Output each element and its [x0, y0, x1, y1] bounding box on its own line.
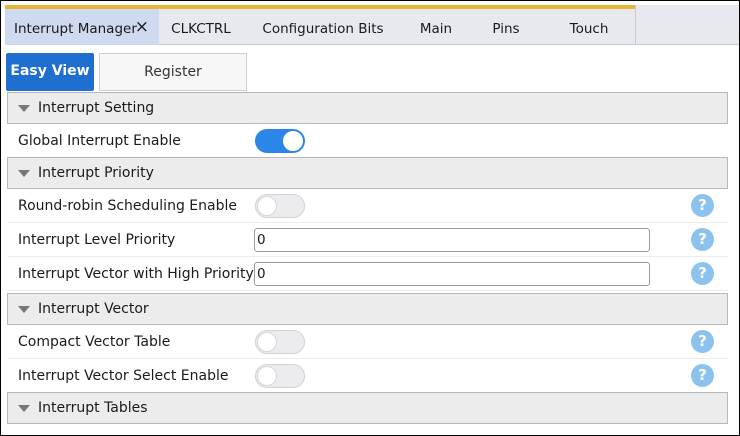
tab-label: Touch — [569, 21, 609, 37]
section-title: Interrupt Setting — [38, 100, 155, 116]
interrupt-vector-select-enable-toggle[interactable] — [255, 364, 305, 388]
tab-configuration-bits[interactable]: Configuration Bits — [243, 5, 403, 45]
window-frame: Interrupt Manager × CLKCTRL Configuratio… — [0, 0, 740, 436]
round-robin-toggle[interactable] — [255, 194, 305, 218]
compact-vector-table-toggle[interactable] — [255, 330, 305, 354]
row-global-interrupt-enable: Global Interrupt Enable — [7, 124, 728, 158]
tab-touch[interactable]: Touch — [543, 5, 635, 45]
tab-separator — [635, 5, 636, 45]
row-round-robin-scheduling: Round-robin Scheduling Enable ? — [7, 189, 728, 223]
setting-label: Compact Vector Table — [18, 334, 171, 350]
setting-label: Global Interrupt Enable — [18, 133, 181, 149]
setting-label: Round-robin Scheduling Enable — [18, 198, 237, 214]
interrupt-vector-high-priority-input[interactable] — [254, 262, 650, 286]
help-icon[interactable]: ? — [691, 262, 714, 285]
row-interrupt-vector-select-enable: Interrupt Vector Select Enable ? — [7, 359, 728, 393]
toggle-knob — [283, 131, 303, 151]
setting-label: Interrupt Level Priority — [18, 232, 176, 248]
section-interrupt-tables[interactable]: Interrupt Tables — [7, 392, 728, 424]
collapse-triangle-icon — [18, 405, 30, 412]
tab-clkctrl[interactable]: CLKCTRL — [159, 5, 243, 45]
tab-main[interactable]: Main — [403, 5, 469, 45]
section-title: Interrupt Tables — [38, 400, 148, 416]
help-icon[interactable]: ? — [691, 194, 714, 217]
interrupt-level-priority-input[interactable] — [254, 228, 650, 252]
tab-interrupt-manager[interactable]: Interrupt Manager × — [5, 5, 159, 45]
tab-pins[interactable]: Pins — [469, 5, 543, 45]
tab-label: CLKCTRL — [171, 21, 231, 37]
tab-easy-view[interactable]: Easy View — [6, 53, 94, 91]
setting-label: Interrupt Vector with High Priority — [18, 266, 254, 282]
row-interrupt-vector-high-priority: Interrupt Vector with High Priority ? — [7, 257, 728, 291]
tab-label: Configuration Bits — [262, 21, 384, 37]
close-icon[interactable]: × — [135, 9, 149, 45]
toggle-knob — [257, 366, 277, 386]
section-interrupt-priority[interactable]: Interrupt Priority — [7, 157, 728, 189]
tab-register-initialization[interactable]: Register Initialization — [99, 53, 247, 116]
help-icon[interactable]: ? — [691, 228, 714, 251]
section-interrupt-vector[interactable]: Interrupt Vector — [7, 293, 728, 325]
collapse-triangle-icon — [18, 105, 30, 112]
tab-label: Pins — [492, 21, 520, 37]
row-compact-vector-table: Compact Vector Table ? — [7, 325, 728, 359]
tab-label: Main — [419, 21, 453, 37]
toggle-knob — [257, 196, 277, 216]
tab-label: Interrupt Manager — [14, 21, 137, 37]
help-icon[interactable]: ? — [691, 330, 714, 353]
global-interrupt-enable-toggle[interactable] — [255, 129, 305, 153]
toggle-knob — [257, 332, 277, 352]
collapse-triangle-icon — [18, 170, 30, 177]
help-icon[interactable]: ? — [691, 364, 714, 387]
setting-label: Interrupt Vector Select Enable — [18, 368, 229, 384]
section-title: Interrupt Priority — [38, 165, 154, 181]
section-interrupt-setting[interactable]: Interrupt Setting — [7, 92, 728, 124]
editor-tab-bar: Interrupt Manager × CLKCTRL Configuratio… — [5, 5, 739, 45]
collapse-triangle-icon — [18, 306, 30, 313]
row-interrupt-level-priority: Interrupt Level Priority ? — [7, 223, 728, 257]
section-title: Interrupt Vector — [38, 301, 149, 317]
